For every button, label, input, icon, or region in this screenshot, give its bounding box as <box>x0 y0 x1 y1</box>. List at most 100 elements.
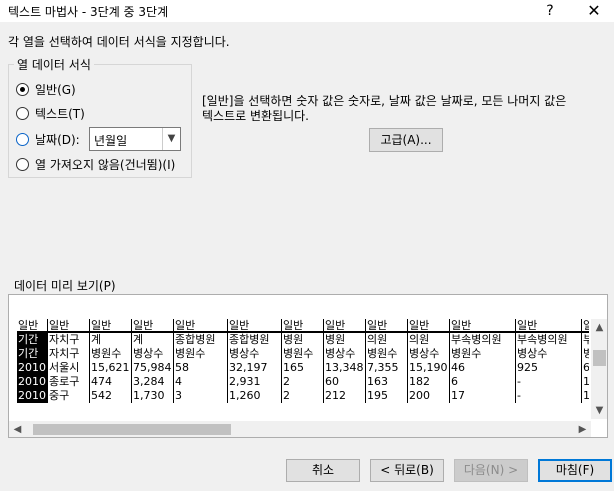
wizard-description: 각 열을 선택하여 데이터 서식을 지정합니다. <box>8 35 230 49</box>
preview-cell: 3,284 <box>133 375 165 388</box>
scroll-left-icon[interactable]: ◀ <box>9 421 26 437</box>
preview-cell: 15,190 <box>409 361 448 374</box>
preview-column-header[interactable]: 일반 <box>282 319 323 333</box>
horizontal-scrollbar[interactable]: ◀ ▶ <box>9 421 591 437</box>
preview-column[interactable]: 일반 의원 병원수 7,355 163 195 <box>365 319 407 403</box>
cancel-button[interactable]: 취소 <box>286 459 360 482</box>
preview-cell: 6 <box>582 361 589 375</box>
radio-text-label: 텍스트(T) <box>35 106 85 121</box>
preview-cell: 3 <box>175 389 182 402</box>
preview-cell: 계 <box>133 333 144 346</box>
preview-cell: 자치구 <box>49 333 80 346</box>
preview-cell: 15,621 <box>91 361 130 374</box>
horizontal-scroll-thumb[interactable] <box>33 424 231 435</box>
preview-cell: 2,931 <box>229 375 261 388</box>
preview-column[interactable]: 일반 부속병의원 병원수 46 6 17 <box>449 319 515 403</box>
vertical-scrollbar[interactable]: ▲ ▼ <box>591 319 607 419</box>
date-format-select[interactable]: 년월일 ▼ <box>89 127 181 151</box>
radio-general[interactable]: 일반(G) <box>16 81 76 97</box>
preview-cell: 1,730 <box>133 389 165 402</box>
preview-cell: 기간 <box>17 333 47 347</box>
format-info-text: [일반]을 선택하면 숫자 값은 숫자로, 날짜 값은 날짜로, 모든 나머지 … <box>202 94 602 124</box>
preview-column[interactable]: 일반 병원 병원수 165 2 2 <box>281 319 323 403</box>
radio-date[interactable]: 날짜(D): <box>16 131 80 147</box>
preview-column[interactable]: 일반 계 병상수 75,984 3,284 1,730 <box>131 319 173 403</box>
chevron-down-icon[interactable]: ▼ <box>162 128 180 150</box>
preview-cell: 6 <box>451 375 458 388</box>
preview-cell: 서울시 <box>49 361 80 374</box>
back-button[interactable]: < 뒤로(B) <box>370 459 444 482</box>
preview-cell: 1 <box>582 375 589 389</box>
preview-column-header[interactable]: 일 <box>582 319 589 333</box>
preview-cell: 2010 <box>17 361 47 375</box>
preview-column-header[interactable]: 일반 <box>324 319 365 333</box>
preview-column[interactable]: 일반 계 병원수 15,621 474 542 <box>89 319 131 403</box>
preview-cell: 병원 <box>283 333 304 346</box>
preview-cell: 542 <box>91 389 112 402</box>
preview-column-header[interactable]: 일반 <box>516 319 581 333</box>
preview-column[interactable]: 일반 자치구 자치구 서울시 종로구 중구 <box>47 319 89 403</box>
preview-cell: 165 <box>283 361 304 374</box>
preview-cell: 163 <box>367 375 388 388</box>
title-bar: 텍스트 마법사 - 3단계 중 3단계 ? ✕ <box>0 0 614 22</box>
preview-cell: 4 <box>175 375 182 388</box>
preview-cell: 자치구 <box>49 347 80 360</box>
preview-column[interactable]: 일반 의원 병상수 15,190 182 200 <box>407 319 449 403</box>
preview-column-header[interactable]: 일반 <box>90 319 131 333</box>
scroll-right-icon[interactable]: ▶ <box>574 421 591 437</box>
preview-cell: 182 <box>409 375 430 388</box>
preview-column-header[interactable]: 일반 <box>408 319 449 333</box>
preview-cell: 병원수 <box>451 347 482 360</box>
preview-cell: 종로구 <box>49 375 80 388</box>
scroll-up-icon[interactable]: ▲ <box>591 319 607 336</box>
preview-column[interactable]: 일반 부속병의원 병상수 925- - <box>515 319 581 403</box>
preview-column-header[interactable]: 일반 <box>366 319 407 333</box>
preview-cell: 46 <box>451 361 465 374</box>
radio-date-label: 날짜(D): <box>35 132 80 147</box>
preview-column-header[interactable]: 일반 <box>174 319 227 333</box>
radio-general-label: 일반(G) <box>35 82 76 97</box>
preview-column[interactable]: 일반 종합병원 병상수 32,197 2,931 1,260 <box>227 319 281 403</box>
info-line-1: [일반]을 선택하면 숫자 값은 숫자로, 날짜 값은 날짜로, 모든 나머지 … <box>202 94 567 108</box>
preview-column-header[interactable]: 일반 <box>228 319 281 333</box>
preview-cell: 200 <box>409 389 430 402</box>
preview-cell: 병원수 <box>175 347 206 360</box>
preview-cell: 병원수 <box>367 347 398 360</box>
preview-column-header[interactable]: 일반 <box>48 319 89 333</box>
data-preview-pane[interactable]: 일반 기간 기간 2010 2010 2010 일반 자치구 자치구 서울시 종로구 중구 일반 계 병원수… <box>8 294 608 438</box>
radio-skip-column[interactable]: 열 가져오지 않음(건너뜀)(I) <box>16 156 175 172</box>
preview-column[interactable]: 일반 병원 병상수 13,348 60 212 <box>323 319 365 403</box>
preview-cell: 계 <box>91 333 102 346</box>
preview-cell: 병원수 <box>283 347 314 360</box>
preview-column-header[interactable]: 일반 <box>132 319 173 333</box>
date-format-value: 년월일 <box>94 134 128 148</box>
preview-column[interactable]: 일부병611 <box>581 319 589 403</box>
preview-column[interactable]: 일반 종합병원 병원수 58 4 3 <box>173 319 227 403</box>
preview-cell: 2010 <box>17 375 47 389</box>
preview-cell: 474 <box>91 375 112 388</box>
help-button[interactable]: ? <box>528 0 572 22</box>
preview-cell: 부속병의원 <box>517 333 568 346</box>
finish-button[interactable]: 마침(F) <box>538 459 612 482</box>
preview-cell: 58 <box>175 361 189 374</box>
scroll-down-icon[interactable]: ▼ <box>591 402 607 419</box>
preview-cell: 병원 <box>325 333 346 346</box>
preview-cell: 60 <box>325 375 339 388</box>
preview-cell: 17 <box>451 389 465 402</box>
radio-skip-label: 열 가져오지 않음(건너뜀)(I) <box>35 157 176 172</box>
next-button[interactable]: 다음(N) > <box>454 459 528 482</box>
preview-cell: 1,260 <box>229 389 261 402</box>
advanced-button[interactable]: 고급(A)... <box>369 128 443 152</box>
preview-cell: 병상수 <box>325 347 356 360</box>
preview-cell: 기간 <box>17 347 47 361</box>
vertical-scroll-thumb[interactable] <box>593 350 606 366</box>
preview-cell: 병 <box>582 347 589 361</box>
preview-column-header[interactable]: 일반 <box>450 319 515 333</box>
radio-text[interactable]: 텍스트(T) <box>16 105 85 121</box>
preview-column-header[interactable]: 일반 <box>17 319 47 333</box>
radio-unchecked-icon <box>16 132 29 146</box>
preview-column[interactable]: 일반 기간 기간 2010 2010 2010 <box>17 319 47 403</box>
radio-checked-icon <box>16 82 29 96</box>
close-button[interactable]: ✕ <box>572 0 614 22</box>
preview-cell: 병원수 <box>91 347 122 360</box>
